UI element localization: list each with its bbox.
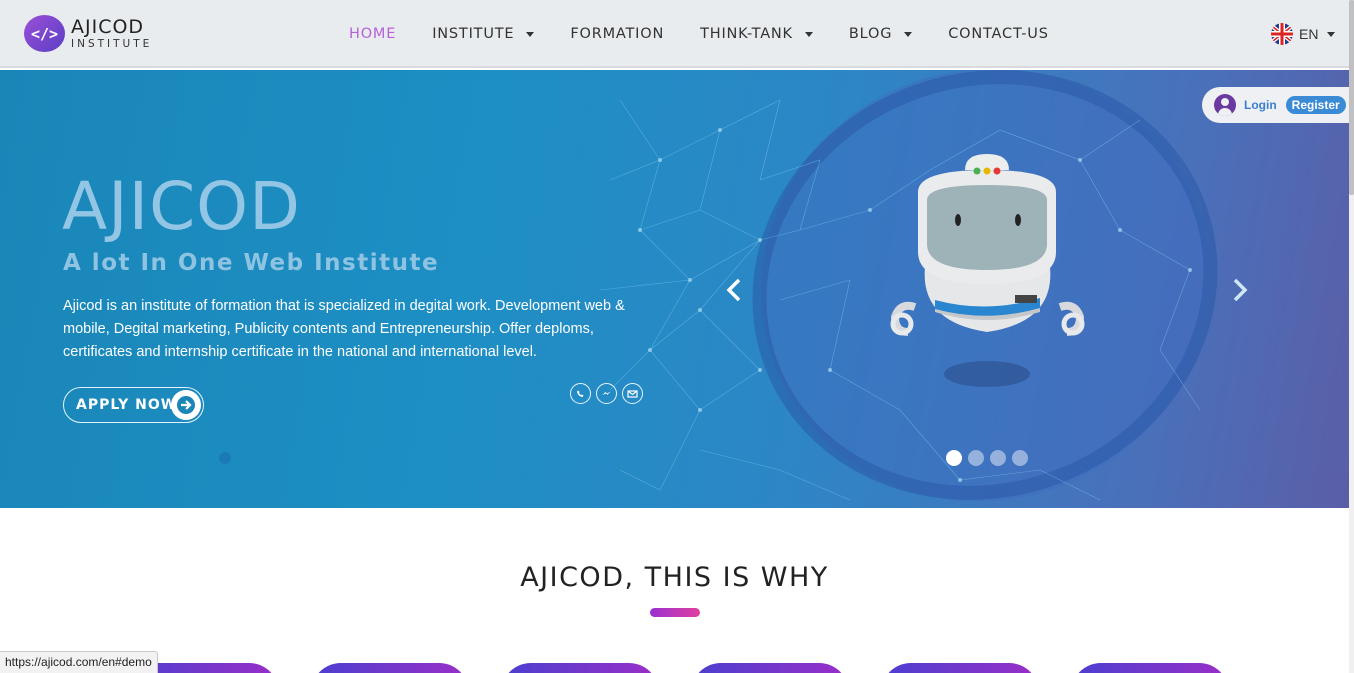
- nav-item-think-tank[interactable]: THINK-TANK: [700, 26, 813, 42]
- feature-cards: [0, 663, 1349, 673]
- carousel-next-icon[interactable]: [1228, 275, 1252, 305]
- code-logo-icon: </>: [24, 15, 65, 52]
- nav-item-label: INSTITUTE: [432, 26, 515, 42]
- page-scrollbar[interactable]: [1349, 0, 1354, 673]
- hero-title: AJICOD: [62, 168, 301, 245]
- feature-card[interactable]: [691, 663, 849, 673]
- language-selector[interactable]: EN: [1271, 23, 1336, 45]
- carousel-dot[interactable]: [968, 450, 984, 466]
- nav-item-label: CONTACT-US: [948, 26, 1049, 42]
- login-link[interactable]: Login: [1244, 98, 1277, 112]
- robot-illustration: [890, 154, 1085, 387]
- page: </> AJICOD INSTITUTE HOME INSTITUTE FORM…: [0, 0, 1354, 673]
- logo-subtitle: INSTITUTE: [71, 37, 153, 50]
- logo-text: AJICOD INSTITUTE: [71, 15, 153, 50]
- uk-flag-icon: [1271, 23, 1293, 45]
- caret-down-icon: [804, 31, 813, 37]
- mail-icon[interactable]: [622, 383, 643, 404]
- messenger-icon[interactable]: [596, 383, 617, 404]
- status-bar-url: https://ajicod.com/en#demo: [0, 651, 158, 673]
- carousel-prev-icon[interactable]: [722, 275, 746, 305]
- apply-now-label: APPLY NOW: [76, 397, 178, 413]
- caret-down-icon: [1327, 31, 1336, 37]
- nav-item-blog[interactable]: BLOG: [848, 26, 913, 42]
- section-underline: [650, 608, 700, 617]
- caret-down-icon: [526, 31, 535, 37]
- carousel-indicators: [946, 450, 1034, 466]
- contact-icons: [570, 383, 648, 404]
- top-navbar: </> AJICOD INSTITUTE HOME INSTITUTE FORM…: [0, 0, 1349, 68]
- hero-subtitle: A lot In One Web Institute: [63, 250, 440, 276]
- site-logo[interactable]: </> AJICOD INSTITUTE: [24, 15, 152, 52]
- nav-item-label: HOME: [349, 26, 397, 42]
- feature-card[interactable]: [311, 663, 469, 673]
- nav-item-formation[interactable]: FORMATION: [570, 26, 664, 42]
- feature-card[interactable]: [881, 663, 1039, 673]
- nav-item-label: BLOG: [848, 26, 893, 42]
- feature-card[interactable]: [1071, 663, 1229, 673]
- nav-item-home[interactable]: HOME: [349, 26, 396, 42]
- language-label: EN: [1299, 26, 1319, 42]
- nav-item-label: THINK-TANK: [700, 26, 793, 42]
- nav-item-institute[interactable]: INSTITUTE: [432, 26, 535, 42]
- user-icon: [1214, 94, 1236, 116]
- section-title: AJICOD, THIS IS WHY: [520, 562, 829, 593]
- logo-name: AJICOD: [71, 15, 145, 38]
- caret-down-icon: [904, 31, 913, 37]
- hero-description: Ajicod is an institute of formation that…: [63, 298, 625, 360]
- auth-panel: Login Register: [1202, 87, 1349, 123]
- network-background: [219, 70, 1218, 502]
- feature-card[interactable]: [501, 663, 659, 673]
- arrow-right-icon: [171, 390, 201, 420]
- carousel-dot[interactable]: [946, 450, 962, 466]
- main-menu: HOME INSTITUTE FORMATION THINK-TANK BLOG…: [349, 26, 1085, 42]
- register-button[interactable]: Register: [1285, 96, 1346, 114]
- nav-item-label: FORMATION: [570, 26, 665, 42]
- hero-carousel: AJICOD A lot In One Web Institute Ajicod…: [0, 70, 1349, 508]
- apply-now-button[interactable]: APPLY NOW: [63, 387, 204, 423]
- carousel-dot[interactable]: [1012, 450, 1028, 466]
- whatsapp-icon[interactable]: [570, 383, 591, 404]
- scrollbar-thumb[interactable]: [1349, 0, 1354, 195]
- nav-item-contact-us[interactable]: CONTACT-US: [948, 26, 1048, 42]
- carousel-dot[interactable]: [990, 450, 1006, 466]
